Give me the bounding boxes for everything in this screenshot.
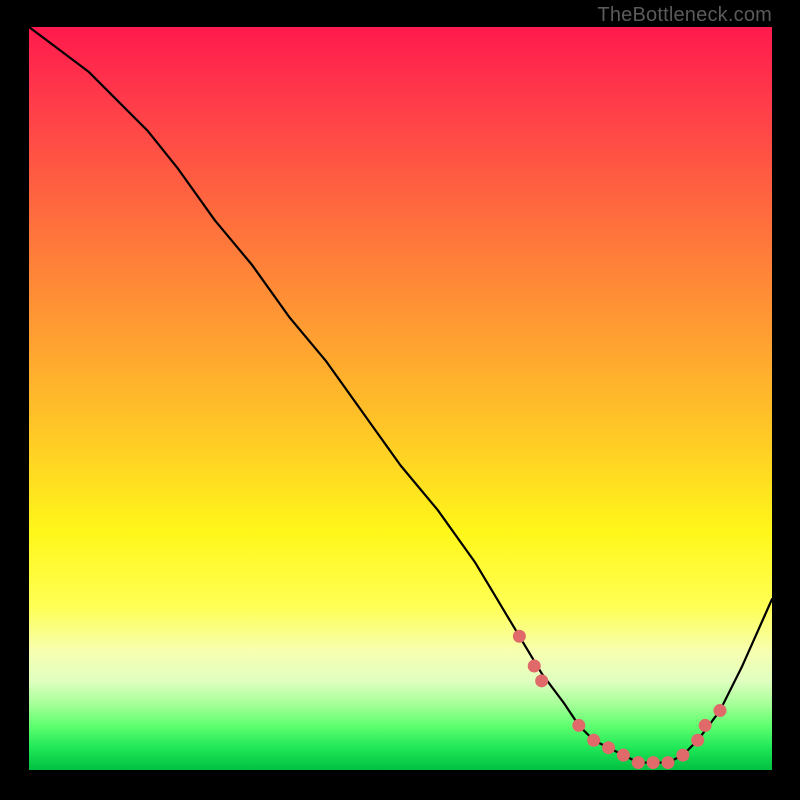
curve-markers (513, 630, 727, 769)
curve-marker (691, 734, 704, 747)
curve-marker (602, 741, 615, 754)
curve-marker (647, 756, 660, 769)
chart-frame: TheBottleneck.com (0, 0, 800, 800)
curve-marker (587, 734, 600, 747)
watermark-text: TheBottleneck.com (597, 4, 772, 27)
curve-marker (632, 756, 645, 769)
bottleneck-curve (29, 27, 772, 763)
curve-marker (528, 659, 541, 672)
curve-marker (676, 749, 689, 762)
curve-marker (617, 749, 630, 762)
curve-marker (513, 630, 526, 643)
curve-marker (699, 719, 712, 732)
curve-marker (572, 719, 585, 732)
curve-marker (661, 756, 674, 769)
curve-marker (713, 704, 726, 717)
plot-area (29, 27, 772, 770)
chart-svg (29, 27, 772, 770)
curve-marker (535, 674, 548, 687)
